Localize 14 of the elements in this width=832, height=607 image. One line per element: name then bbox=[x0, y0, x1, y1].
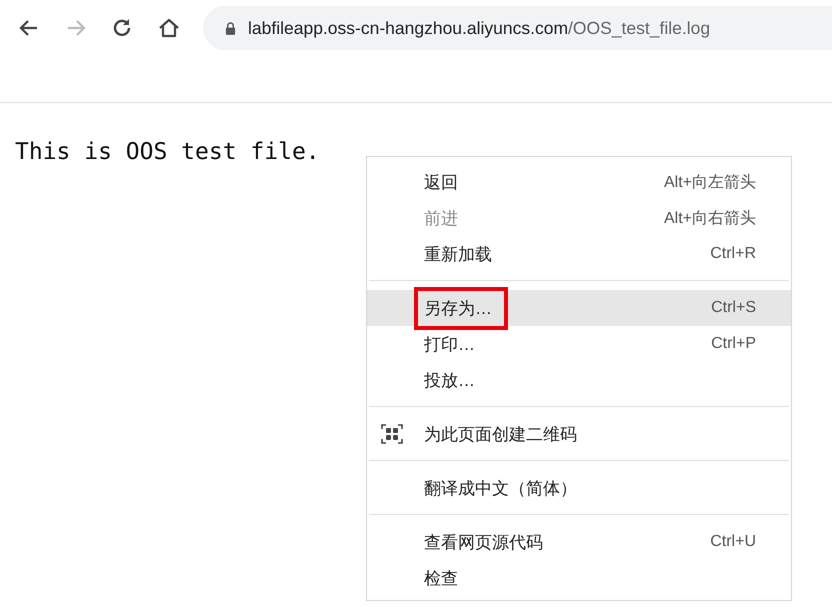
menu-item[interactable]: 查看网页源代码 Ctrl+U bbox=[367, 524, 791, 560]
qr-code-icon bbox=[381, 423, 403, 445]
url-text: labfileapp.oss-cn-hangzhou.aliyuncs.com/OOS_test_file.log bbox=[248, 18, 710, 38]
home-icon[interactable] bbox=[157, 16, 181, 40]
address-bar[interactable]: labfileapp.oss-cn-hangzhou.aliyuncs.com/OOS_test_file.log bbox=[203, 6, 832, 50]
menu-item[interactable]: 翻译成中文（简体） bbox=[367, 470, 791, 506]
menu-item[interactable]: 重新加载 Ctrl+R bbox=[367, 236, 791, 272]
menu-item[interactable]: 返回 Alt+向左箭头 bbox=[367, 164, 791, 200]
menu-item[interactable]: 打印… Ctrl+P bbox=[367, 326, 791, 362]
menu-item[interactable]: 检查 bbox=[367, 560, 791, 596]
menu-item[interactable]: 投放… bbox=[367, 362, 791, 398]
lock-icon bbox=[225, 22, 236, 34]
menu-item[interactable]: 为此页面创建二维码 bbox=[367, 416, 791, 452]
page-text: This is OOS test file. bbox=[14, 138, 320, 165]
